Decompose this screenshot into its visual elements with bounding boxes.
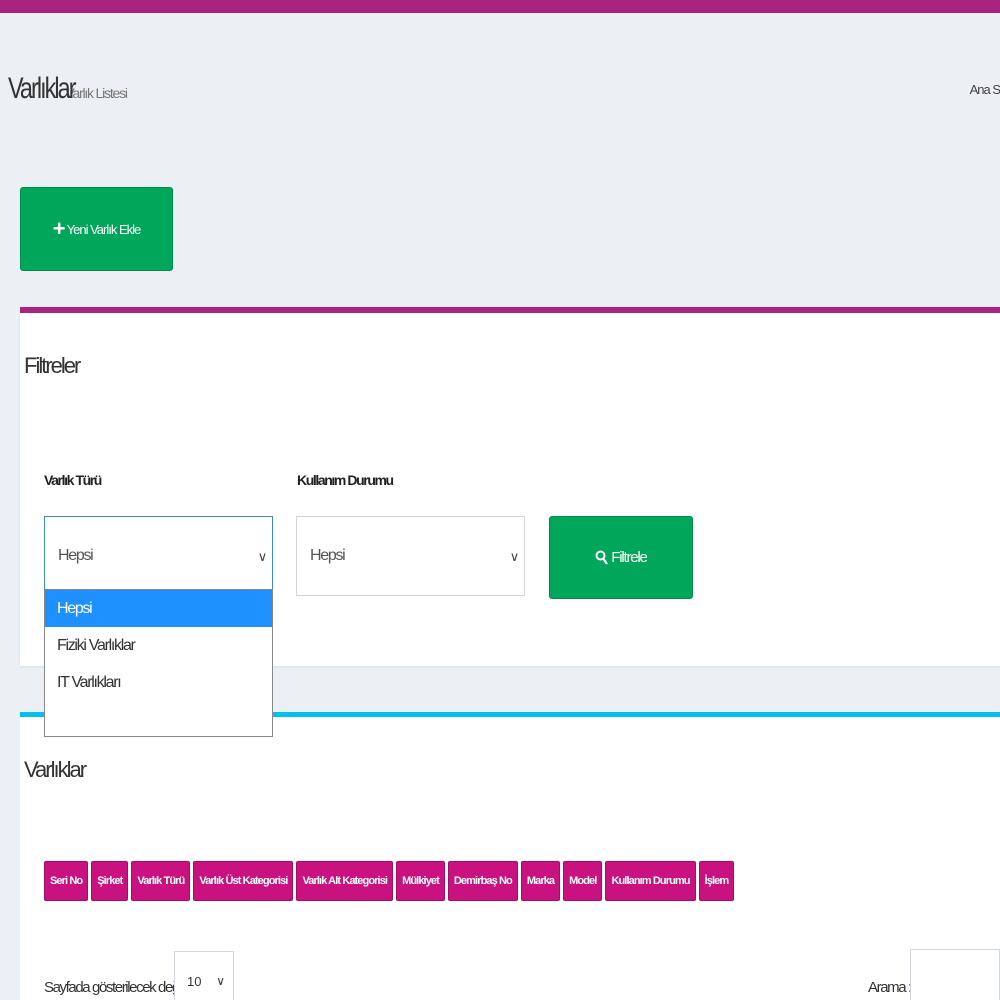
filter-button[interactable]: Filtrele: [549, 516, 693, 599]
chevron-down-icon: ∨: [257, 549, 268, 564]
chevron-down-icon: ∨: [509, 549, 520, 564]
page-header: Varlıklar Varlık Listesi: [8, 72, 128, 112]
column-toggle-button[interactable]: Demirbaş No: [447, 861, 518, 901]
add-asset-label: Yeni Varlık Ekle: [66, 221, 142, 237]
page-size-select[interactable]: 10 ∨: [174, 951, 234, 1000]
page-size-value: 10: [187, 973, 202, 989]
breadcrumb[interactable]: Ana S: [970, 82, 1000, 97]
add-asset-button[interactable]: + Yeni Varlık Ekle: [20, 187, 173, 271]
page-title: Varlıklar: [8, 72, 77, 105]
filter-panel-title: Filtreler: [24, 353, 81, 378]
column-toggle-button[interactable]: Kullanım Durumu: [605, 861, 696, 901]
asset-type-select[interactable]: Hepsi ∨: [44, 516, 273, 596]
asset-type-dropdown: Hepsi Fiziki Varlıklar IT Varlıkları: [44, 589, 273, 737]
assets-panel: Varlıklar Seri No Şirket Varlık Türü Varlık…: [20, 712, 1000, 1000]
column-toggle-button[interactable]: Model: [563, 861, 603, 901]
column-toggle-button[interactable]: Seri No: [44, 861, 89, 901]
dropdown-option[interactable]: Hepsi: [45, 590, 272, 627]
usage-status-select[interactable]: Hepsi ∨: [296, 516, 525, 596]
column-toggle-button[interactable]: Marka: [520, 861, 561, 901]
chevron-down-icon: ∨: [216, 974, 225, 988]
dropdown-option[interactable]: Fiziki Varlıklar: [45, 627, 272, 664]
column-toggle-button[interactable]: Varlık Üst Kategorisi: [193, 861, 294, 901]
search-input[interactable]: [910, 949, 1000, 1000]
search-icon: [595, 550, 609, 565]
asset-type-value: Hepsi: [58, 547, 94, 564]
column-toggle-group: Seri No Şirket Varlık Türü Varlık Üst Kateg…: [44, 861, 735, 901]
column-toggle-button[interactable]: Şirket: [91, 861, 129, 901]
column-toggle-button[interactable]: İşlem: [698, 861, 735, 901]
usage-status-value: Hepsi: [310, 547, 346, 564]
asset-type-label: Varlık Türü: [44, 472, 102, 488]
dropdown-option[interactable]: IT Varlıkları: [45, 664, 272, 701]
top-navbar: [0, 0, 1000, 13]
plus-icon: +: [52, 216, 66, 241]
page-size-label: Sayfada gösterilecek değer: [44, 979, 191, 996]
column-toggle-button[interactable]: Varlık Türü: [131, 861, 191, 901]
search-label: Arama :: [868, 979, 912, 996]
filter-button-label: Filtrele: [611, 549, 648, 566]
usage-status-label: Kullanım Durumu: [297, 472, 394, 488]
column-toggle-button[interactable]: Mülkiyet: [396, 861, 445, 901]
column-toggle-button[interactable]: Varlık Alt Kategorisi: [296, 861, 394, 901]
assets-panel-title: Varlıklar: [24, 757, 87, 782]
